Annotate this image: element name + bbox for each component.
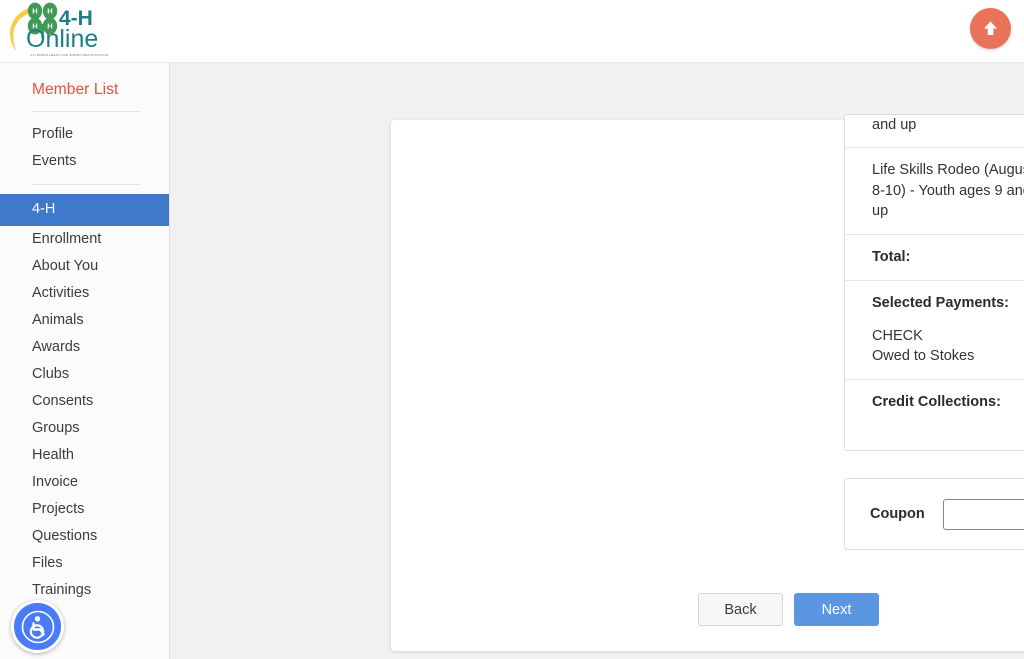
sidebar-group-top: Profile Events [0,112,169,184]
sidebar-item-animals[interactable]: Animals [0,307,169,334]
invoice-total-row: Total: $95.00 [845,235,1024,282]
selected-payment-row: CHECK Owed to Stokes $95.00 [845,318,1024,381]
sidebar-item-files[interactable]: Files [0,550,169,577]
4h-online-logo-icon: HH HH 4-H Online 4-H ENROLLMENT AND EVEN… [4,2,136,62]
next-button[interactable]: Next [794,593,879,626]
coupon-input[interactable] [943,499,1024,530]
coupon-label: Coupon [870,506,925,522]
sidebar-item-events[interactable]: Events [0,148,169,175]
sidebar-nav: Member List Profile Events 4-H Enrollmen… [0,63,170,659]
arrow-up-icon [981,19,1000,38]
sidebar-item-activities[interactable]: Activities [0,280,169,307]
sidebar-item-questions[interactable]: Questions [0,523,169,550]
sidebar-item-groups[interactable]: Groups [0,415,169,442]
accessibility-widget-button[interactable] [11,600,64,653]
invoice-line-item: Life Skills Rodeo (August 8-10) - Youth … [845,148,1024,235]
scroll-to-top-button[interactable] [970,8,1011,49]
logo-tagline: 4-H ENROLLMENT AND EVENT REGISTRATION [30,53,108,57]
main-content-card: (July 13th) - Youth ages 11 and up Life … [391,120,1024,651]
sidebar-item-consents[interactable]: Consents [0,388,169,415]
coupon-panel: Coupon Apply [844,478,1024,550]
sidebar-item-profile[interactable]: Profile [0,121,169,148]
sidebar-item-4h[interactable]: 4-H [0,194,169,226]
sidebar-item-awards[interactable]: Awards [0,334,169,361]
invoice-total-label: Total: [872,247,910,268]
payment-detail: Owed to Stokes [872,346,974,367]
page-background: (July 13th) - Youth ages 11 and up Life … [170,63,1024,659]
sidebar-title[interactable]: Member List [0,63,169,111]
invoice-line-label: Life Skills Rodeo (August 8-10) - Youth … [872,160,1024,222]
invoice-summary-panel: (July 13th) - Youth ages 11 and up Life … [844,114,1024,451]
brand-logo[interactable]: HH HH 4-H Online 4-H ENROLLMENT AND EVEN… [4,2,136,62]
form-action-bar: Back Next Delete [391,593,1024,633]
sidebar-group-main: 4-H Enrollment About You Activities Anim… [0,185,169,613]
sidebar-item-about-you[interactable]: About You [0,253,169,280]
credit-collections-heading: Credit Collections: [845,380,1024,417]
sidebar-item-trainings[interactable]: Trainings [0,577,169,604]
svg-text:H: H [32,7,37,16]
sidebar-item-clubs[interactable]: Clubs [0,361,169,388]
back-button[interactable]: Back [698,593,783,626]
svg-text:H: H [47,7,52,16]
sidebar-item-enrollment[interactable]: Enrollment [0,226,169,253]
sidebar-item-health[interactable]: Health [0,442,169,469]
wheelchair-accessibility-icon [20,609,56,645]
selected-payments-heading: Selected Payments: [845,281,1024,318]
logo-text-online: Online [26,25,98,53]
app-root: HH HH 4-H Online 4-H ENROLLMENT AND EVEN… [0,0,1024,659]
invoice-line-item: (July 13th) - Youth ages 11 and up [845,114,1024,148]
sidebar-item-projects[interactable]: Projects [0,496,169,523]
sidebar-item-invoice[interactable]: Invoice [0,469,169,496]
payment-method: CHECK [872,326,974,347]
top-header-bar: HH HH 4-H Online 4-H ENROLLMENT AND EVEN… [0,0,1024,63]
invoice-line-label: (July 13th) - Youth ages 11 and up [872,114,1024,135]
